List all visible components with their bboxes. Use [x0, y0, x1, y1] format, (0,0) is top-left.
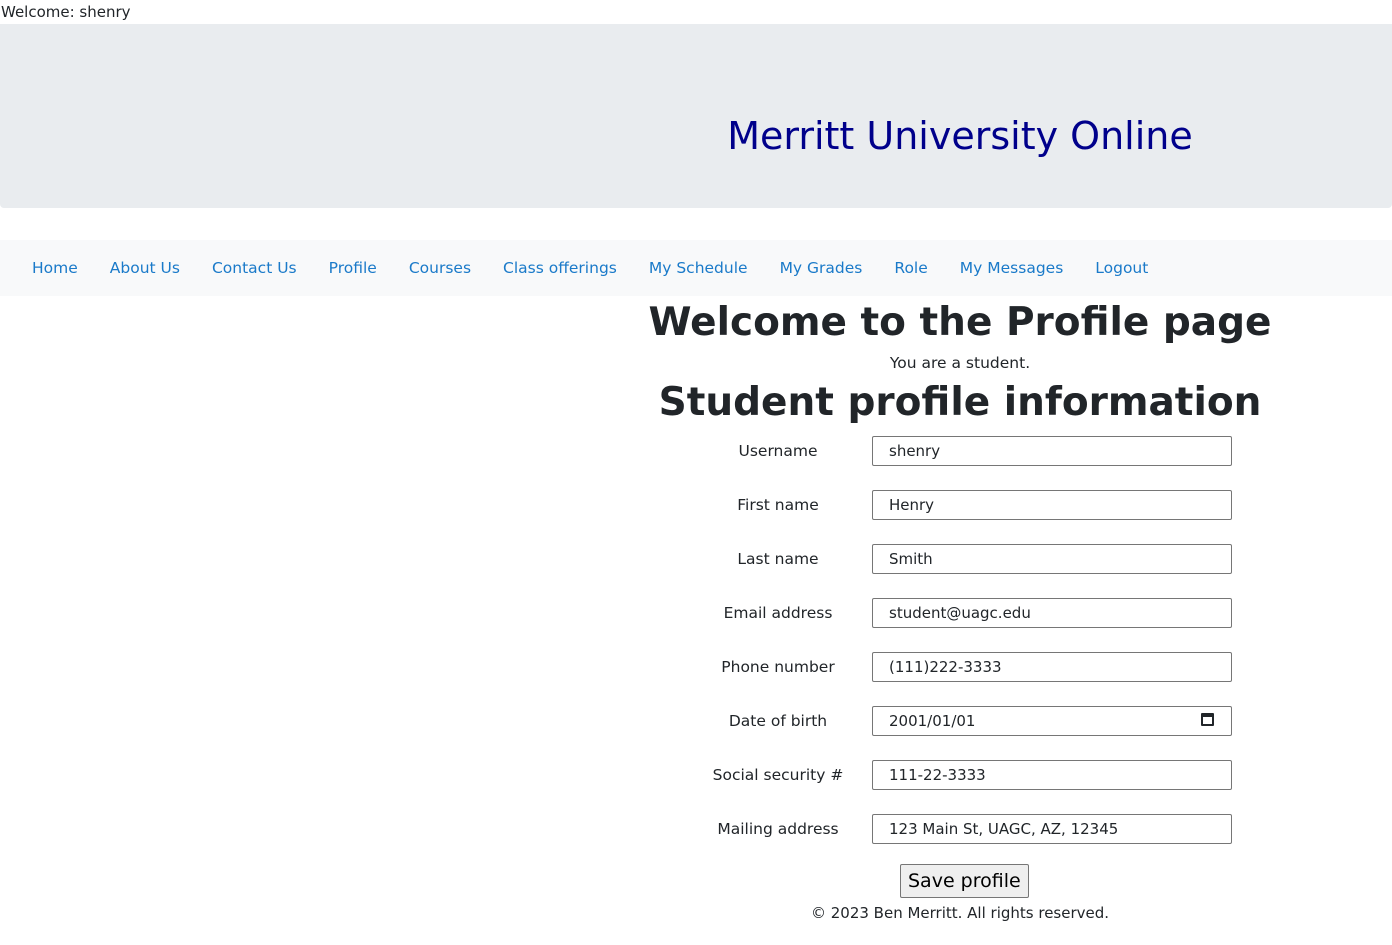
- site-title: Merritt University Online: [727, 114, 1193, 158]
- save-profile-button[interactable]: Save profile: [900, 864, 1029, 898]
- address-field[interactable]: [872, 814, 1232, 844]
- nav-link-home[interactable]: Home: [16, 259, 94, 277]
- nav-link-class-offerings[interactable]: Class offerings: [487, 259, 633, 277]
- first-name-row: First name: [708, 490, 1232, 522]
- nav-link-contact-us[interactable]: Contact Us: [196, 259, 313, 277]
- nav-link-profile[interactable]: Profile: [313, 259, 393, 277]
- main-navbar: Home About Us Contact Us Profile Courses…: [0, 240, 1392, 296]
- page-title: Welcome to the Profile page: [648, 300, 1272, 345]
- nav-link-logout[interactable]: Logout: [1079, 259, 1164, 277]
- dob-field[interactable]: [872, 706, 1232, 736]
- nav-link-my-messages[interactable]: My Messages: [944, 259, 1079, 277]
- nav-link-my-schedule[interactable]: My Schedule: [633, 259, 764, 277]
- last-name-row: Last name: [708, 544, 1232, 576]
- dob-row: Date of birth: [708, 706, 1232, 738]
- first-name-field[interactable]: [872, 490, 1232, 520]
- nav-link-courses[interactable]: Courses: [393, 259, 487, 277]
- ssn-field[interactable]: [872, 760, 1232, 790]
- role-text: You are a student.: [889, 354, 1031, 372]
- calendar-icon[interactable]: [1201, 713, 1214, 726]
- email-row: Email address: [708, 598, 1232, 630]
- address-label: Mailing address: [717, 820, 839, 838]
- address-row: Mailing address: [708, 814, 1232, 846]
- last-name-field[interactable]: [872, 544, 1232, 574]
- username-row: Username: [708, 436, 1232, 468]
- nav-link-my-grades[interactable]: My Grades: [764, 259, 879, 277]
- first-name-label: First name: [737, 496, 819, 514]
- footer-copyright: © 2023 Ben Merritt. All rights reserved.: [810, 904, 1110, 922]
- ssn-row: Social security #: [708, 760, 1232, 792]
- last-name-label: Last name: [737, 550, 819, 568]
- section-title: Student profile information: [658, 380, 1262, 425]
- ssn-label: Social security #: [712, 766, 844, 784]
- dob-label: Date of birth: [728, 712, 828, 730]
- nav-link-about-us[interactable]: About Us: [94, 259, 196, 277]
- phone-row: Phone number: [708, 652, 1232, 684]
- username-label: Username: [738, 442, 818, 460]
- email-field[interactable]: [872, 598, 1232, 628]
- welcome-user-text: Welcome: shenry: [1, 3, 131, 21]
- nav-link-role[interactable]: Role: [878, 259, 943, 277]
- phone-label: Phone number: [721, 658, 835, 676]
- phone-field[interactable]: [872, 652, 1232, 682]
- header-banner: Merritt University Online: [0, 24, 1392, 208]
- username-field[interactable]: [872, 436, 1232, 466]
- email-label: Email address: [723, 604, 833, 622]
